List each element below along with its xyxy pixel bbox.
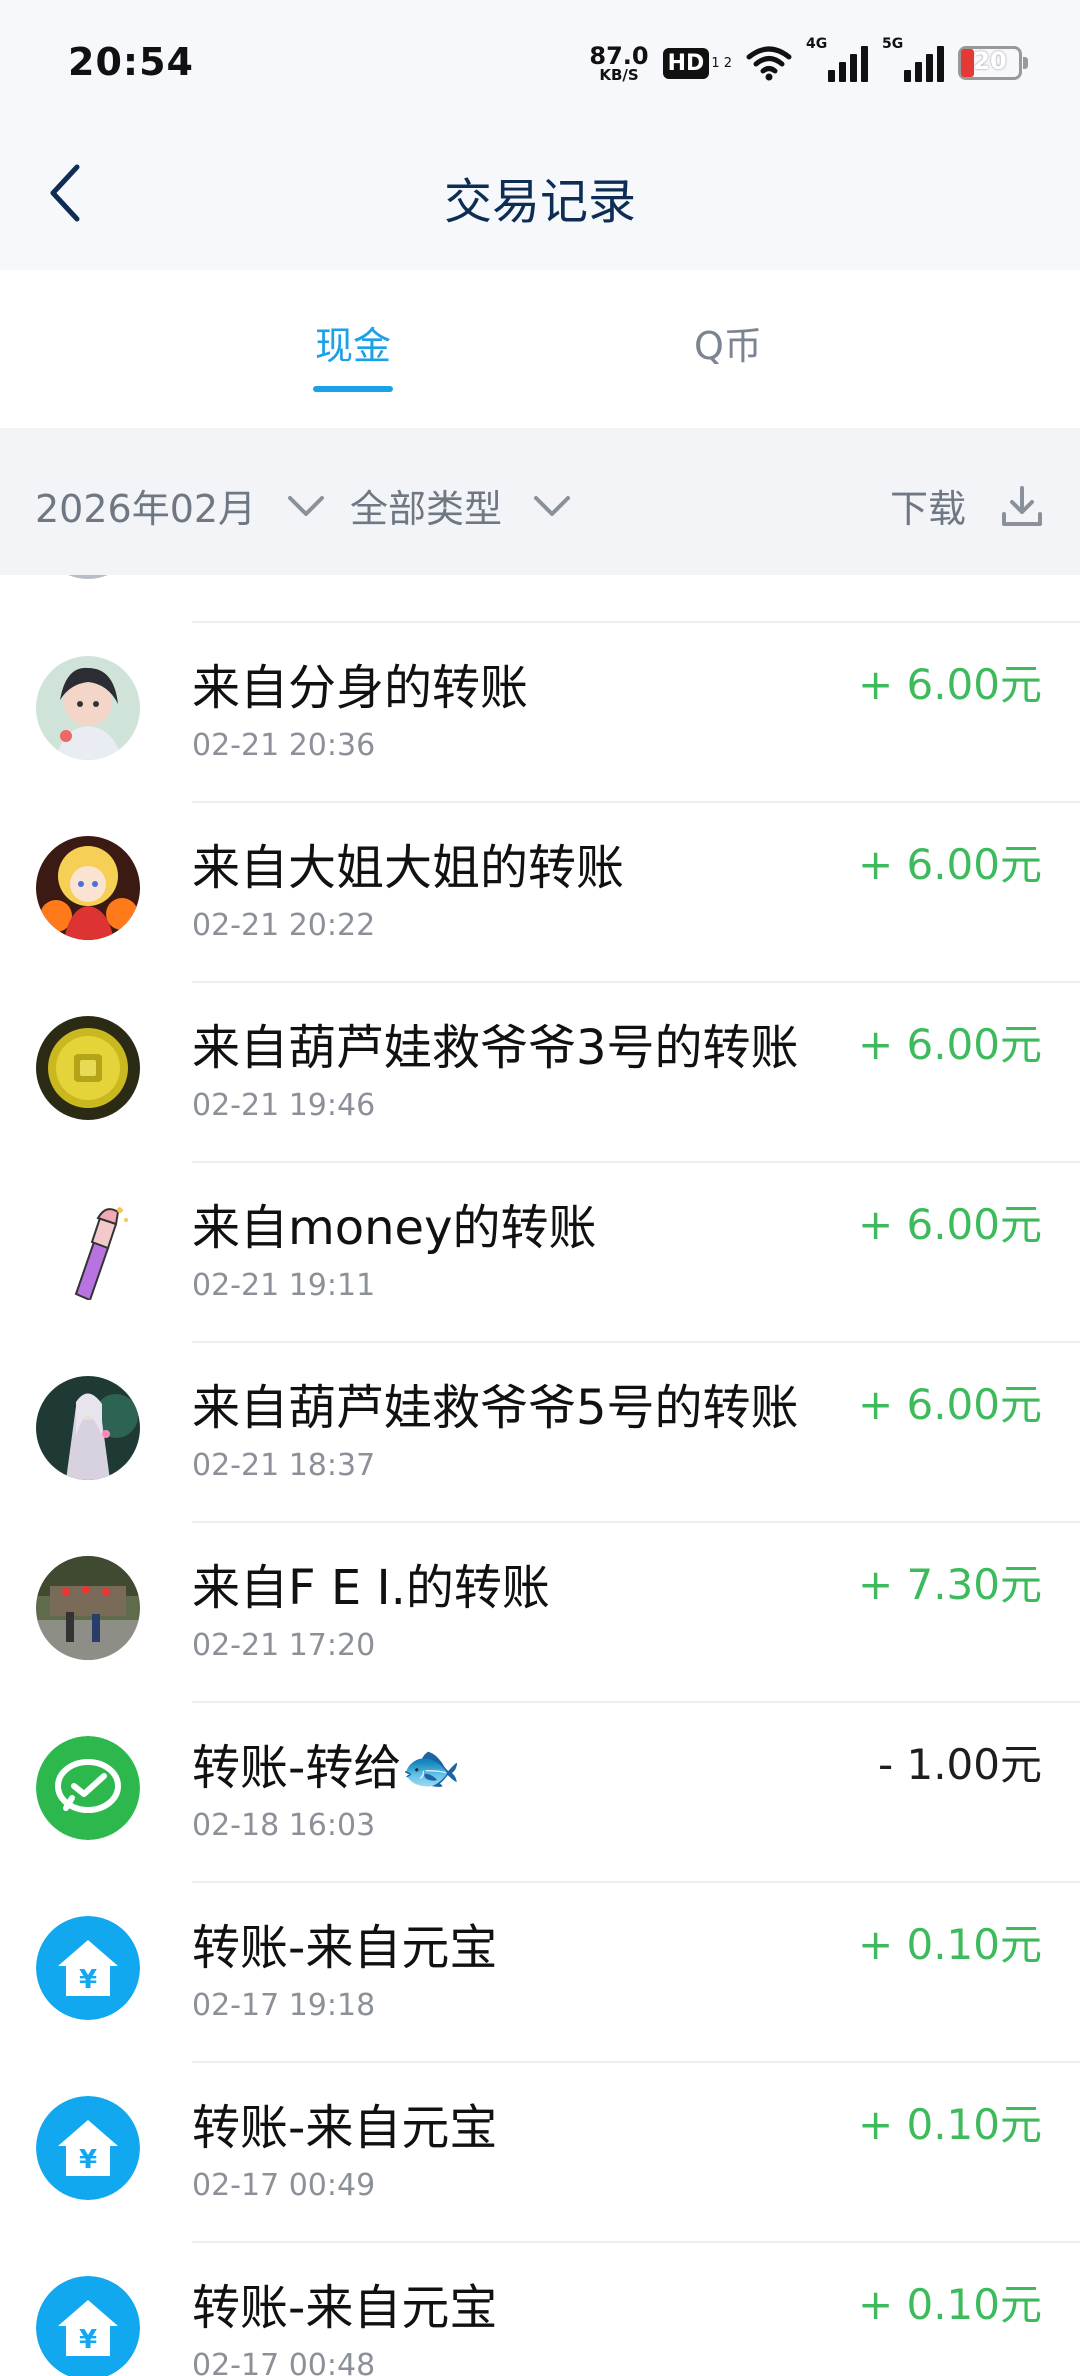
filter-bar: 2026年02月 全部类型 下载 [0, 428, 1080, 575]
transaction-time: 02-17 00:48 [192, 2348, 376, 2376]
battery-level: 20 [973, 47, 1007, 75]
transaction-amount: + 6.00元 [857, 1200, 1042, 1249]
transaction-title: 转账-来自元宝 [192, 2100, 498, 2156]
signal-4g-label: 4G [806, 36, 828, 52]
wifi-icon [746, 46, 792, 81]
transaction-row[interactable]: ¥ 转账-来自元宝 02-17 00:49 + 0.10元 [0, 2063, 1080, 2243]
blonde-doll-avatar [36, 836, 140, 940]
title-bar: 交易记录 [0, 120, 1080, 270]
download-button[interactable]: 下载 [890, 478, 1044, 533]
network-speed: 87.0 KB/S [589, 44, 648, 83]
status-time: 20:54 [68, 40, 194, 84]
transaction-amount: + 0.10元 [857, 2280, 1042, 2329]
header-area: 20:54 87.0 KB/S HD 1 2 4G 5G 20 交易记录 [0, 0, 1080, 270]
signal-5g-label: 5G [882, 36, 904, 52]
tab-qcoin[interactable]: Q币 [668, 315, 788, 370]
transaction-title: 转账-来自元宝 [192, 1920, 498, 1976]
yuanbao-house-icon: ¥ [36, 2276, 140, 2376]
transaction-amount: + 7.30元 [857, 1560, 1042, 1609]
yuanbao-house-icon: ¥ [36, 1916, 140, 2020]
transaction-amount: + 6.00元 [857, 1020, 1042, 1069]
month-filter[interactable]: 2026年02月 [35, 478, 326, 533]
chevron-down-icon [534, 495, 571, 516]
yuanbao-house-icon: ¥ [36, 2096, 140, 2200]
transaction-amount: + 6.00元 [857, 840, 1042, 889]
screen: 20:54 87.0 KB/S HD 1 2 4G 5G 20 交易记录 现金 … [0, 0, 1080, 2376]
transaction-time: 02-21 17:20 [192, 1628, 376, 1663]
transaction-row[interactable]: 转账-转给🐟 02-18 16:03 - 1.00元 [0, 1703, 1080, 1883]
transaction-title: 来自分身的转账 [192, 660, 529, 716]
signal-5g-icon: 5G [882, 36, 944, 82]
transaction-title: 来自F E I.的转账 [192, 1560, 550, 1616]
transaction-time: 02-21 19:46 [192, 1088, 376, 1123]
status-icons: 87.0 KB/S HD 1 2 4G 5G 20 [589, 36, 1028, 86]
transaction-time: 02-21 20:36 [192, 728, 376, 763]
transaction-time: 02-21 20:22 [192, 908, 376, 943]
status-bar: 20:54 87.0 KB/S HD 1 2 4G 5G 20 [0, 0, 1080, 120]
transaction-title: 来自葫芦娃救爷爷5号的转账 [192, 1380, 799, 1436]
transaction-amount: + 6.00元 [857, 1380, 1042, 1429]
transaction-time: 02-17 00:49 [192, 2168, 376, 2203]
download-label: 下载 [889, 487, 966, 531]
street-photo-avatar [36, 1556, 140, 1660]
transaction-title: 转账-来自元宝 [192, 2280, 498, 2336]
download-icon [1002, 485, 1042, 526]
anime-girl-avatar [36, 656, 140, 760]
transaction-row[interactable]: 来自F E I.的转账 02-21 17:20 + 7.30元 [0, 1523, 1080, 1703]
svg-text:¥: ¥ [79, 2145, 97, 2175]
transaction-row[interactable]: 来自money的转账 02-21 19:11 + 6.00元 [0, 1163, 1080, 1343]
transaction-row[interactable]: ¥ 转账-来自元宝 02-17 00:48 + 0.10元 [0, 2243, 1080, 2376]
transaction-amount: - 1.00元 [877, 1740, 1042, 1789]
fantasy-character-avatar [36, 1376, 140, 1480]
active-tab-indicator [313, 386, 393, 392]
transaction-row[interactable]: 来自分身的转账 02-21 20:36 + 6.00元 [0, 623, 1080, 803]
month-filter-label: 2026年02月 [35, 487, 257, 531]
transaction-time: 02-18 16:03 [192, 1808, 376, 1843]
svg-text:¥: ¥ [79, 1965, 97, 1995]
tab-cash[interactable]: 现金 [300, 315, 406, 370]
transaction-row[interactable]: ¥ 转账-来自元宝 02-17 19:18 + 0.10元 [0, 1883, 1080, 2063]
transaction-row[interactable]: 来自葫芦娃救爷爷3号的转账 02-21 19:46 + 6.00元 [0, 983, 1080, 1163]
page-title: 交易记录 [443, 174, 636, 230]
transaction-row[interactable]: 来自葫芦娃救爷爷5号的转账 02-21 18:37 + 6.00元 [0, 1343, 1080, 1523]
partial-avatar [36, 575, 140, 579]
tab-bar: 现金 Q币 [0, 270, 1080, 428]
transaction-title: 来自money的转账 [192, 1200, 597, 1256]
type-filter-label: 全部类型 [350, 487, 503, 531]
transaction-row[interactable]: 来自大姐大姐的转账 02-21 20:22 + 6.00元 [0, 803, 1080, 983]
transaction-time: 02-21 19:11 [192, 1268, 376, 1303]
transaction-time: 02-17 19:18 [192, 1988, 376, 2023]
hd-voice-icon: HD 1 2 [662, 47, 732, 79]
cartoon-arm-avatar [36, 1196, 140, 1300]
transaction-title: 来自大姐大姐的转账 [192, 840, 625, 896]
battery-icon: 20 [958, 46, 1028, 80]
transaction-title: 转账-转给🐟 [192, 1740, 462, 1796]
transaction-amount: + 6.00元 [857, 660, 1042, 709]
hd-label: HD [662, 47, 710, 79]
transaction-list[interactable]: 来自分身的转账 02-21 20:36 + 6.00元 来自大姐大姐的转账 02… [0, 575, 1080, 2376]
chevron-down-icon [288, 495, 325, 516]
transaction-amount: + 0.10元 [857, 2100, 1042, 2149]
transaction-title: 来自葫芦娃救爷爷3号的转账 [192, 1020, 799, 1076]
transaction-time: 02-21 18:37 [192, 1448, 376, 1483]
hd-sub-label: 1 2 [711, 55, 732, 71]
network-speed-unit: KB/S [599, 65, 639, 84]
type-filter[interactable]: 全部类型 [350, 478, 572, 533]
network-speed-value: 87.0 [589, 41, 649, 70]
wechat-pay-icon [36, 1736, 140, 1840]
svg-text:¥: ¥ [79, 2325, 97, 2355]
signal-4g-icon: 4G [806, 36, 868, 82]
gold-coin-avatar [36, 1016, 140, 1120]
transaction-amount: + 0.10元 [857, 1920, 1042, 1969]
